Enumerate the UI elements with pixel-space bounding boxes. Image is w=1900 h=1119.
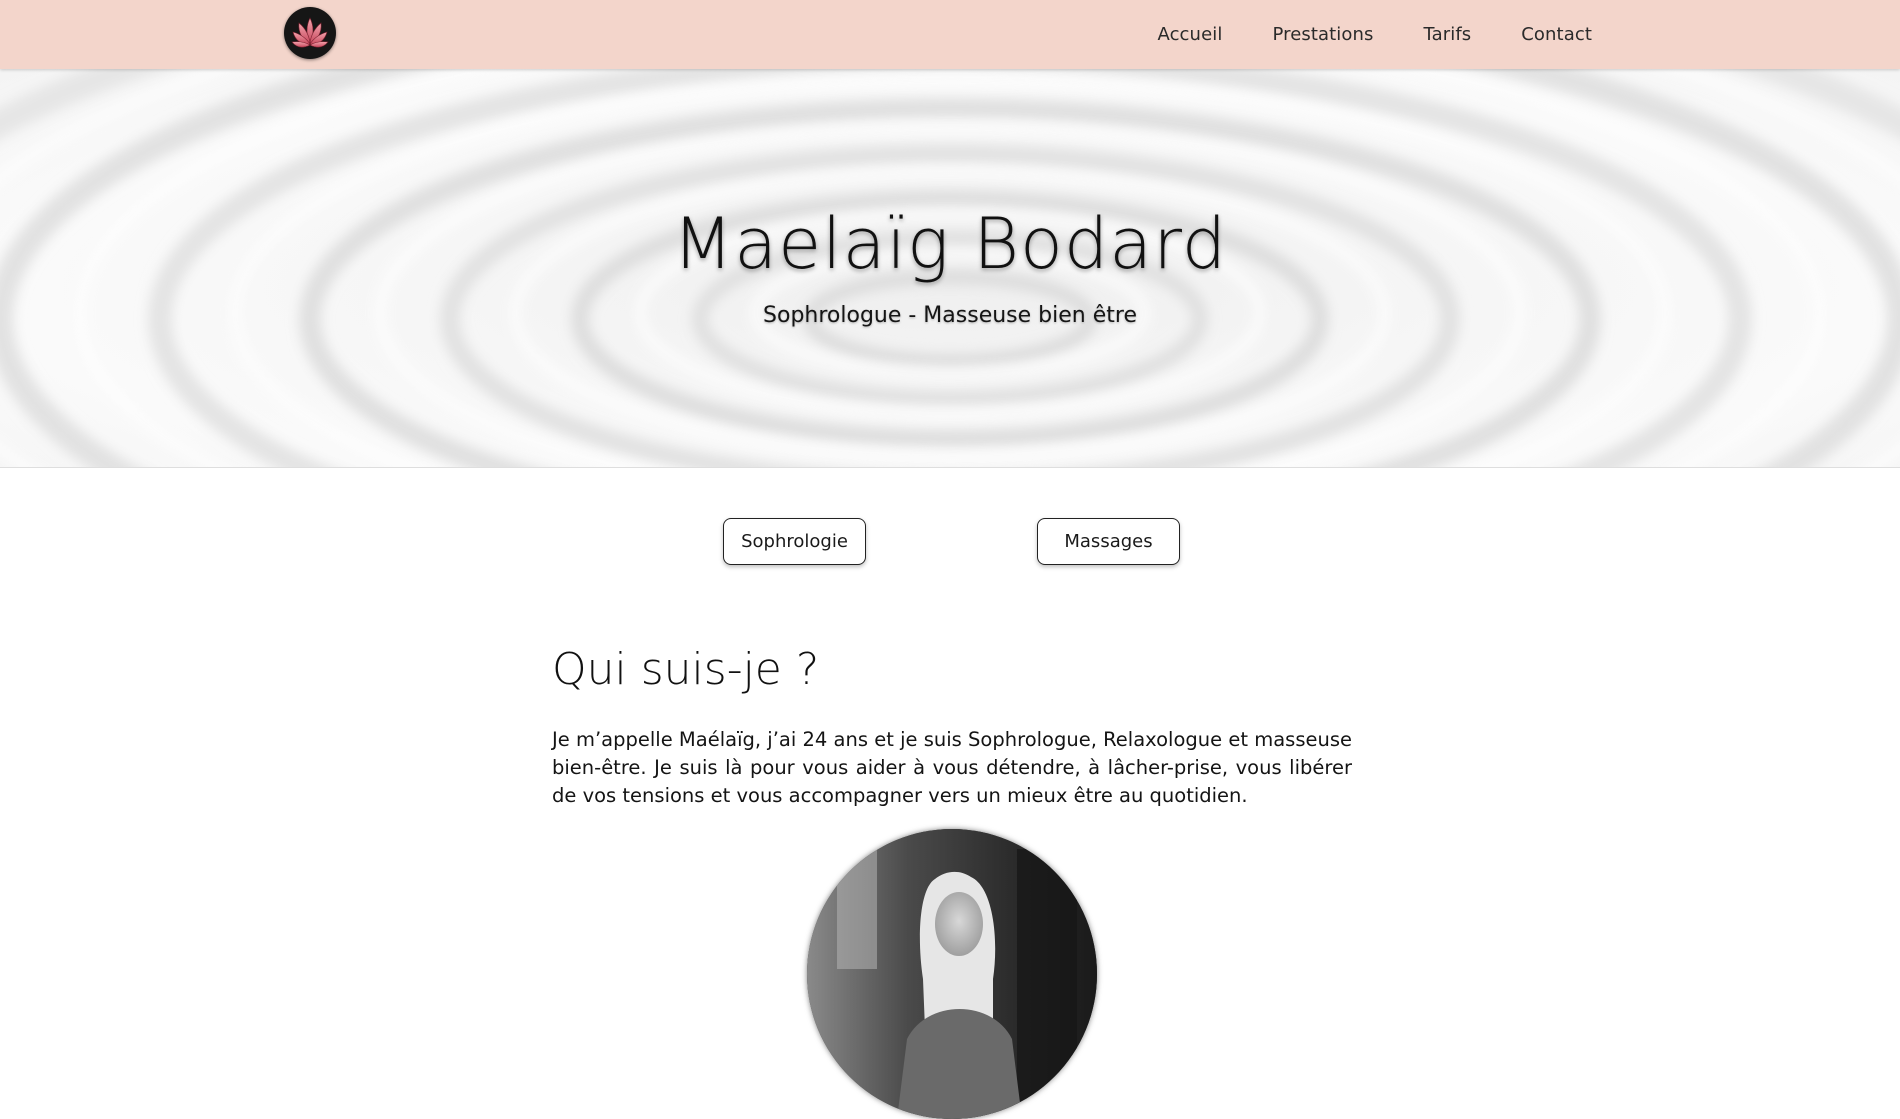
hero-banner: Maelaïg Bodard Sophrologue - Masseuse bi… bbox=[0, 69, 1900, 468]
portrait-photo bbox=[807, 829, 1097, 1119]
nav-link-contact[interactable]: Contact bbox=[1521, 24, 1592, 45]
nav-link-home[interactable]: Accueil bbox=[1157, 24, 1222, 45]
lotus-logo-icon[interactable] bbox=[284, 7, 336, 59]
sophrologie-button[interactable]: Sophrologie bbox=[723, 518, 866, 565]
hero-title: Maelaïg Bodard bbox=[672, 203, 1228, 285]
main-nav: Accueil Prestations Tarifs Contact bbox=[1157, 0, 1592, 69]
nav-link-services[interactable]: Prestations bbox=[1272, 24, 1373, 45]
about-heading: Qui suis-je ? bbox=[552, 644, 820, 695]
massages-button[interactable]: Massages bbox=[1037, 518, 1180, 565]
nav-link-prices[interactable]: Tarifs bbox=[1424, 24, 1472, 45]
about-paragraph: Je m’appelle Maélaïg, j’ai 24 ans et je … bbox=[552, 728, 1352, 807]
top-navbar: Accueil Prestations Tarifs Contact bbox=[0, 0, 1900, 69]
hero-subtitle: Sophrologue - Masseuse bien être bbox=[763, 303, 1137, 328]
